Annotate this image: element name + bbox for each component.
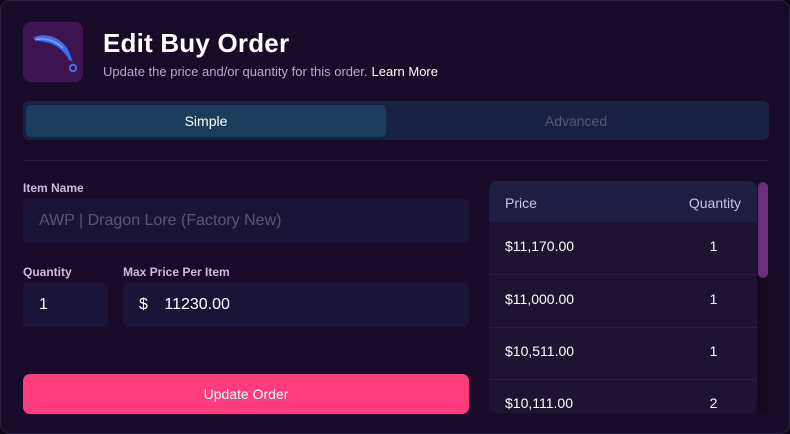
quantity-label: Quantity — [23, 265, 72, 279]
item-name-field: AWP | Dragon Lore (Factory New) — [23, 199, 469, 243]
mode-tabs: Simple Advanced — [23, 101, 769, 140]
quantity-column-header: Quantity — [688, 195, 741, 211]
update-order-button[interactable]: Update Order — [23, 374, 469, 414]
item-thumbnail — [23, 22, 83, 82]
section-divider — [23, 160, 769, 161]
tab-simple[interactable]: Simple — [26, 105, 386, 137]
max-price-label: Max Price Per Item — [123, 265, 230, 279]
table-row: $10,111.00 2 — [489, 379, 757, 413]
row-price: $11,000.00 — [505, 291, 575, 307]
table-row: $11,170.00 1 — [489, 222, 757, 275]
table-row: $11,000.00 1 — [489, 275, 757, 328]
order-book-scrollbar-thumb[interactable] — [758, 182, 768, 278]
edit-buy-order-modal: Edit Buy Order Update the price and/or q… — [0, 0, 790, 434]
max-price-input[interactable]: $ 11230.00 — [123, 283, 469, 327]
row-price: $10,111.00 — [505, 395, 573, 411]
subtitle-text: Update the price and/or quantity for thi… — [103, 64, 368, 79]
modal-subtitle: Update the price and/or quantity for thi… — [103, 64, 438, 79]
row-quantity: 1 — [709, 343, 718, 359]
row-quantity: 1 — [709, 291, 718, 307]
quantity-input[interactable]: 1 — [23, 283, 108, 327]
row-price: $10,511.00 — [505, 343, 575, 359]
tab-advanced[interactable]: Advanced — [396, 105, 756, 137]
currency-symbol: $ — [139, 296, 148, 313]
row-quantity: 1 — [709, 238, 718, 254]
item-name-label: Item Name — [23, 181, 84, 195]
order-book-header: Price Quantity — [489, 181, 757, 222]
karambit-knife-icon — [33, 35, 77, 73]
row-quantity: 2 — [709, 395, 718, 411]
max-price-value: 11230.00 — [164, 296, 230, 313]
row-price: $11,170.00 — [505, 238, 575, 254]
table-row: $10,511.00 1 — [489, 327, 757, 380]
learn-more-link[interactable]: Learn More — [372, 64, 438, 79]
order-book-table: Price Quantity $11,170.00 1 $11,000.00 1… — [489, 181, 757, 413]
modal-title: Edit Buy Order — [103, 28, 290, 58]
price-column-header: Price — [505, 195, 537, 211]
